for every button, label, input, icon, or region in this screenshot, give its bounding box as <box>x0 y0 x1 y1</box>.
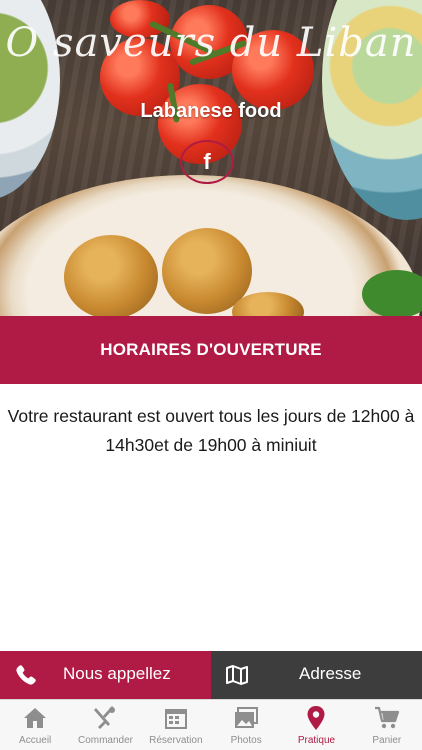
tab-label: Pratique <box>297 735 336 746</box>
facebook-icon: f <box>203 149 211 174</box>
brand-title: O saveurs du Liban <box>5 20 417 66</box>
tab-label: Panier <box>372 735 402 746</box>
map-icon <box>226 665 248 685</box>
herb-leaf <box>362 270 422 316</box>
action-bar: Nous appellez Adresse <box>0 651 422 699</box>
tab-label: Photos <box>230 735 262 746</box>
calendar-icon <box>164 709 187 729</box>
home-icon <box>24 708 47 728</box>
falafel <box>64 235 158 316</box>
hero-banner: O saveurs du Liban Labanese food f <box>0 0 422 316</box>
tab-label: Réservation <box>149 735 203 746</box>
opening-hours-text: Votre restaurant est ouvert tous les jou… <box>7 406 415 455</box>
tab-panier[interactable]: Panier <box>352 700 422 750</box>
fork-knife-icon <box>94 706 116 729</box>
tab-reservation[interactable]: Réservation <box>141 700 211 750</box>
phone-icon <box>16 665 36 685</box>
tab-bar: Accueil Commander Réservation Photos Pra… <box>0 699 422 750</box>
tab-pratique[interactable]: Pratique <box>281 700 351 750</box>
address-button-label: Adresse <box>299 664 362 683</box>
call-button-label: Nous appellez <box>63 664 171 683</box>
address-button[interactable]: Adresse <box>211 651 422 699</box>
opening-hours-header: HORAIRES D'OUVERTURE <box>0 316 422 384</box>
brand-subtitle: Labanese food <box>140 100 282 122</box>
tab-label: Accueil <box>19 735 52 746</box>
facebook-button[interactable]: f <box>180 140 234 184</box>
tab-accueil[interactable]: Accueil <box>0 700 70 750</box>
tab-label: Commander <box>77 735 133 746</box>
call-button[interactable]: Nous appellez <box>0 651 211 699</box>
cart-icon <box>374 706 399 729</box>
tab-photos[interactable]: Photos <box>211 700 281 750</box>
photos-icon <box>235 707 259 728</box>
tab-commander[interactable]: Commander <box>70 700 140 750</box>
location-pin-icon <box>307 706 325 730</box>
